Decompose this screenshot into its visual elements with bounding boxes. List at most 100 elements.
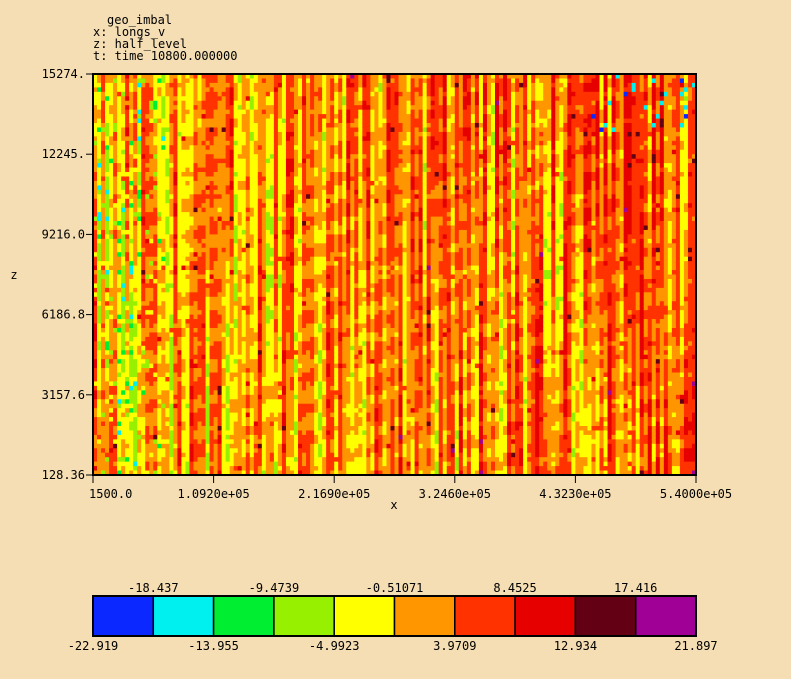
- heatmap-cell: [257, 323, 263, 329]
- heatmap-cell: [117, 457, 122, 463]
- heatmap-cell: [281, 425, 287, 432]
- heatmap-cell: [149, 448, 154, 454]
- heatmap-cell: [173, 96, 179, 102]
- heatmap-cell: [165, 176, 170, 182]
- heatmap-cell: [257, 114, 263, 120]
- heatmap-cell: [193, 105, 199, 111]
- heatmap-cell: [173, 229, 179, 235]
- heatmap-cell: [213, 256, 219, 262]
- heatmap-cell: [121, 265, 126, 271]
- heatmap-cell: [306, 443, 311, 449]
- heatmap-cell: [217, 457, 223, 463]
- heatmap-cell: [145, 403, 150, 409]
- heatmap-cell: [169, 368, 174, 374]
- heatmap-cell: [113, 372, 118, 378]
- heatmap-cell: [189, 252, 195, 258]
- heatmap-cell: [113, 225, 118, 231]
- heatmap-cell: [314, 180, 319, 186]
- heatmap-cell: [221, 345, 227, 351]
- heatmap-cell: [137, 91, 142, 97]
- heatmap-cell: [209, 345, 215, 351]
- heatmap-cell: [269, 421, 275, 427]
- heatmap-cell: [310, 408, 315, 414]
- heatmap-cell: [113, 274, 118, 280]
- heatmap-cell: [294, 403, 299, 409]
- heatmap-cell: [229, 252, 235, 258]
- heatmap-cell: [269, 114, 275, 120]
- heatmap-cell: [213, 247, 219, 253]
- heatmap-cell: [209, 368, 215, 374]
- heatmap-cell: [169, 292, 174, 298]
- heatmap-cell: [285, 180, 291, 186]
- heatmap-cell: [285, 225, 291, 231]
- heatmap-cell: [197, 131, 203, 137]
- heatmap-cell: [97, 314, 102, 320]
- heatmap-cell: [173, 448, 179, 454]
- heatmap-cell: [153, 457, 158, 463]
- heatmap-cell: [277, 123, 283, 129]
- heatmap-cell: [233, 203, 239, 209]
- heatmap-cell: [302, 448, 307, 454]
- heatmap-cell: [285, 252, 291, 258]
- heatmap-cell: [253, 203, 259, 209]
- heatmap-cell: [261, 287, 267, 293]
- heatmap-cell: [189, 105, 195, 111]
- heatmap-cell: [145, 256, 150, 262]
- heatmap-cell: [189, 261, 195, 267]
- heatmap-cell: [157, 87, 162, 93]
- heatmap-cell: [185, 158, 191, 164]
- heatmap-cell: [157, 189, 162, 195]
- heatmap-cell: [137, 109, 142, 115]
- heatmap-cell: [197, 345, 203, 351]
- heatmap-cell: [249, 461, 255, 467]
- heatmap-cell: [113, 136, 118, 142]
- heatmap-cell: [181, 145, 187, 151]
- heatmap-cell: [294, 247, 299, 253]
- heatmap-cell: [225, 189, 231, 195]
- heatmap-cell: [101, 376, 106, 383]
- heatmap-cell: [121, 332, 126, 338]
- heatmap-cell: [113, 439, 118, 445]
- heatmap-cell: [121, 167, 126, 173]
- heatmap-cell: [177, 91, 183, 97]
- heatmap-cell: [310, 368, 315, 374]
- heatmap-cell: [117, 381, 122, 387]
- heatmap-cell: [257, 412, 263, 418]
- heatmap-cell: [249, 408, 255, 414]
- heatmap-cell: [161, 118, 166, 124]
- heatmap-cell: [189, 216, 195, 222]
- heatmap-cell: [253, 283, 259, 289]
- heatmap-cell: [229, 354, 235, 360]
- heatmap-cell: [285, 359, 291, 365]
- heatmap-cell: [141, 385, 146, 391]
- heatmap-cell: [221, 385, 227, 391]
- heatmap-cell: [314, 172, 319, 178]
- heatmap-cell: [197, 194, 203, 200]
- heatmap-cell: [189, 118, 195, 124]
- heatmap-cell: [221, 149, 227, 155]
- heatmap-cell: [285, 100, 291, 106]
- heatmap-cell: [249, 243, 255, 249]
- heatmap-cell: [229, 131, 235, 137]
- heatmap-cell: [141, 421, 146, 427]
- heatmap-cell: [173, 292, 179, 298]
- heatmap-cell: [153, 91, 158, 97]
- heatmap-cell: [109, 296, 114, 302]
- heatmap-cell: [213, 163, 219, 169]
- heatmap-cell: [285, 457, 291, 463]
- heatmap-cell: [173, 461, 179, 467]
- heatmap-cell: [177, 145, 183, 151]
- heatmap-cell: [181, 372, 187, 378]
- heatmap-cell: [265, 158, 271, 164]
- heatmap-cell: [265, 301, 271, 307]
- heatmap-cell: [221, 448, 227, 454]
- heatmap-cell: [213, 274, 219, 280]
- heatmap-cell: [237, 278, 243, 285]
- heatmap-cell: [97, 265, 102, 271]
- heatmap-cell: [201, 261, 207, 267]
- heatmap-cell: [221, 252, 227, 258]
- heatmap-cell: [273, 301, 279, 307]
- heatmap-cell: [169, 448, 174, 454]
- heatmap-cell: [237, 350, 243, 356]
- heatmap-cell: [165, 341, 170, 347]
